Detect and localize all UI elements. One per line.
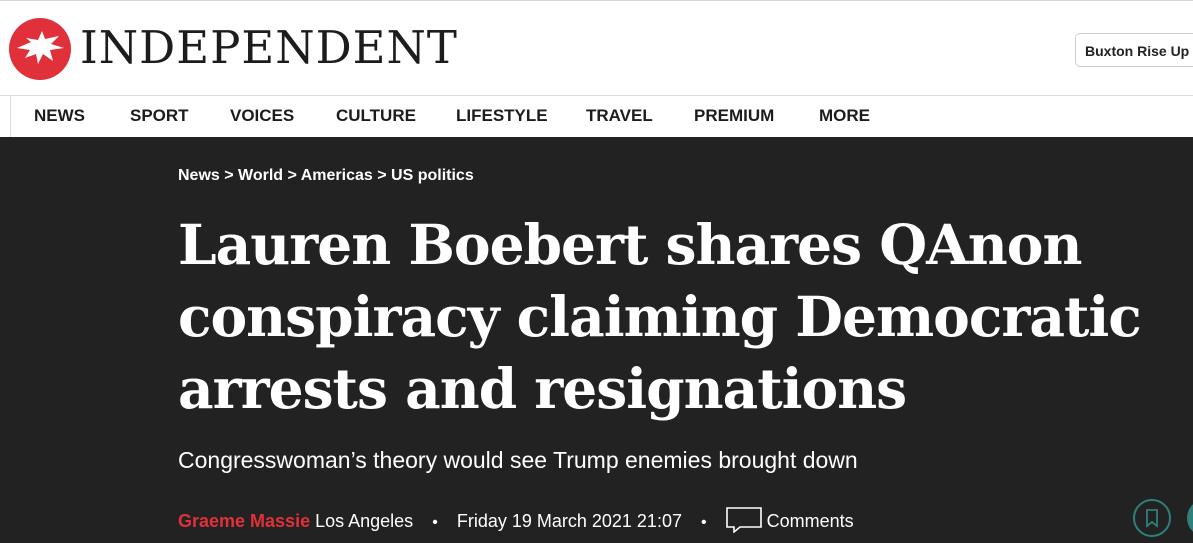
author-link[interactable]: Graeme Massie <box>178 511 310 531</box>
byline: Graeme Massie Los Angeles • Friday 19 Ma… <box>178 507 854 533</box>
nav-item-lifestyle[interactable]: LIFESTYLE <box>456 96 548 137</box>
nav-item-sport[interactable]: SPORT <box>130 96 189 137</box>
article-header: News > World > Americas > US politics La… <box>0 137 1193 543</box>
comments-link[interactable]: Comments <box>767 511 854 531</box>
headline-line: conspiracy claiming Democratic <box>178 284 1142 349</box>
nav-item-more[interactable]: MORE <box>819 96 870 137</box>
account-button[interactable]: Buxton Rise Up <box>1075 33 1193 67</box>
breadcrumb-us-politics[interactable]: US politics <box>391 167 474 184</box>
breadcrumb-separator: > <box>224 167 234 184</box>
nav-item-premium[interactable]: PREMIUM <box>694 96 774 137</box>
bookmark-icon <box>1146 509 1158 528</box>
main-nav: NEWS SPORT VOICES CULTURE LIFESTYLE TRAV… <box>0 95 1193 138</box>
nav-item-voices[interactable]: VOICES <box>230 96 294 137</box>
breadcrumb-americas[interactable]: Americas <box>301 167 373 184</box>
nav-item-news[interactable]: NEWS <box>34 96 85 137</box>
article-standfirst: Congresswoman’s theory would see Trump e… <box>178 447 858 473</box>
nav-item-culture[interactable]: CULTURE <box>336 96 416 137</box>
publish-date: Friday 19 March 2021 21:07 <box>456 511 682 531</box>
headline-line: Lauren Boebert shares QAnon <box>178 212 1082 277</box>
share-button[interactable] <box>1187 499 1193 537</box>
byline-bullet: • <box>700 514 707 531</box>
breadcrumb-separator: > <box>287 167 297 184</box>
byline-bullet: • <box>432 514 438 531</box>
author-location: Los Angeles <box>315 511 414 531</box>
bookmark-button[interactable] <box>1133 499 1171 537</box>
brand-wordmark[interactable]: INDEPENDENT <box>80 22 458 74</box>
eagle-logo-icon[interactable] <box>9 18 71 80</box>
breadcrumb-world[interactable]: World <box>238 167 283 184</box>
breadcrumb: News > World > Americas > US politics <box>178 167 474 185</box>
article-headline: Lauren Boebert shares QAnon conspiracy c… <box>178 209 1178 425</box>
breadcrumb-separator: > <box>377 167 387 184</box>
breadcrumb-news[interactable]: News <box>178 167 220 184</box>
nav-divider <box>10 96 11 138</box>
nav-item-travel[interactable]: TRAVEL <box>586 96 653 137</box>
comment-icon[interactable] <box>725 507 762 533</box>
headline-line: arrests and resignations <box>178 356 907 421</box>
site-header: INDEPENDENT Buxton Rise Up <box>0 1 1193 95</box>
